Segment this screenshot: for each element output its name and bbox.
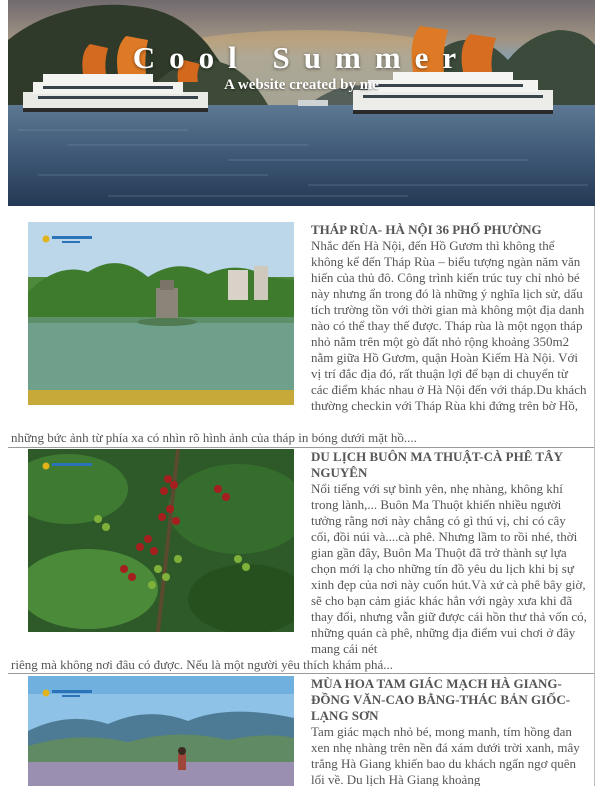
article-title[interactable]: MÙA HOA TAM GIÁC MẠCH HÀ GIANG-ĐỒNG VĂN-… [311, 676, 587, 724]
article-thumbnail[interactable] [28, 222, 294, 405]
article-excerpt: Nhắc đến Hà Nội, đến Hồ Gươm thì không t… [311, 238, 587, 413]
lagoon-tourist-logo [42, 235, 92, 243]
hero-image [8, 0, 595, 206]
article-excerpt-continued: những bức ảnh từ phía xa có nhìn rõ hình… [11, 430, 417, 445]
coffee-cherries-photo [28, 449, 294, 632]
article-excerpt: Tam giác mạch nhỏ bé, mong manh, tím hồn… [311, 724, 580, 786]
article-title[interactable]: THÁP RÙA- HÀ NỘI 36 PHỐ PHƯỜNG [311, 222, 587, 238]
article-excerpt: Nổi tiếng với sự bình yên, nhẹ nhàng, kh… [311, 481, 587, 656]
article-title[interactable]: DU LỊCH BUÔN MA THUẬT-CÀ PHÊ TÂY NGUYÊN [311, 449, 587, 481]
article-card[interactable]: THÁP RÙA- HÀ NỘI 36 PHỐ PHƯỜNG Nhắc đến … [8, 222, 595, 447]
turtle-tower-photo [28, 222, 294, 405]
article-thumbnail[interactable] [28, 449, 294, 632]
hero-banner: Cool Summer A website created by me [8, 0, 595, 206]
article-card[interactable]: MÙA HOA TAM GIÁC MẠCH HÀ GIANG-ĐỒNG VĂN-… [8, 676, 595, 786]
right-border [594, 206, 595, 786]
site-subtitle: A website created by me [224, 77, 379, 93]
divider [8, 447, 595, 448]
article-thumbnail[interactable] [28, 676, 294, 786]
article-card[interactable]: DU LỊCH BUÔN MA THUẬT-CÀ PHÊ TÂY NGUYÊN … [8, 449, 595, 673]
site-title: Cool Summer [132, 40, 471, 75]
lagoon-tourist-logo [42, 462, 92, 470]
lagoon-tourist-logo [42, 689, 92, 697]
page: Cool Summer A website created by me THÁP… [8, 0, 595, 786]
article-excerpt-continued: riêng mà không nơi đâu có được. Nếu là m… [11, 657, 394, 672]
divider [8, 673, 595, 674]
